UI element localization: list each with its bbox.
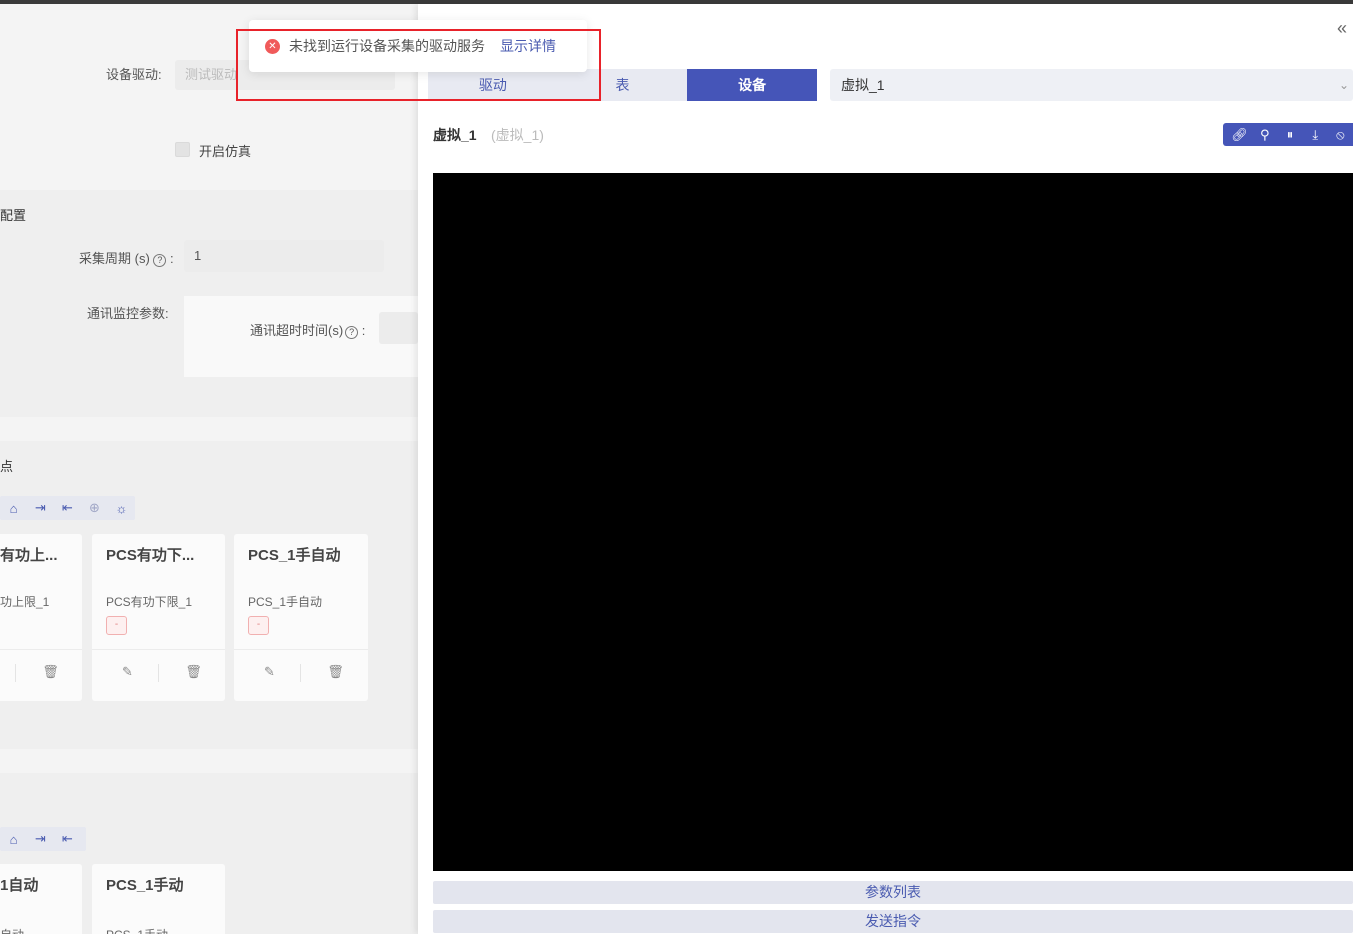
import-icon[interactable]: ⇤ xyxy=(54,496,81,520)
search-icon[interactable]: ⚲ xyxy=(1252,123,1277,146)
device-view-canvas[interactable] xyxy=(433,173,1353,871)
card-title: PCS有功下... xyxy=(106,547,195,564)
collapse-icon[interactable]: « xyxy=(1337,18,1353,39)
left-panel: 设备驱动: 测试驱动 开启仿真 配置 采集周期 (s) ? : 1 通讯监控参数… xyxy=(0,4,418,934)
comm-monitor-label: 通讯监控参数: xyxy=(87,306,169,321)
device-subtitle: (虚拟_1) xyxy=(491,127,544,143)
help-icon[interactable]: ? xyxy=(153,254,167,267)
delete-icon[interactable]: 🗑 xyxy=(158,659,229,685)
card-title: 1自动 xyxy=(0,877,39,894)
import-icon[interactable]: ⇤ xyxy=(54,827,81,851)
tab-device[interactable]: 设备 xyxy=(687,69,818,101)
device-actions-bar: 🔗︎ ⚲ ⏸︎ ⤓ ⦸ xyxy=(1223,123,1353,146)
point-card: PCS_1手自动 PCS_1手自动 - ✎ 🗑 xyxy=(234,534,368,701)
structure-icon[interactable]: ⌂ xyxy=(0,827,27,851)
delete-icon[interactable]: 🗑 xyxy=(300,659,371,685)
delete-icon[interactable]: 🗑 xyxy=(15,659,86,685)
card-subtitle: PCS_1手自动 xyxy=(248,595,323,609)
download-icon[interactable]: ⤓ xyxy=(1303,123,1328,146)
status-badge: - xyxy=(106,616,127,635)
link-icon[interactable]: 🔗︎ xyxy=(1227,123,1252,146)
edit-icon[interactable]: ✎ xyxy=(92,659,163,685)
card-subtitle: PCS_1手动 xyxy=(106,926,168,934)
device-drawer: « 驱动 表 设备 虚拟_1 ⌄ 虚拟_1 (虚拟_1) 🔗︎ ⚲ ⏸︎ ⤓ ⦸… xyxy=(418,4,1353,934)
chevron-down-icon: ⌄ xyxy=(1338,78,1349,92)
point-card: PCS有功下... PCS有功下限_1 - ✎ 🗑 xyxy=(92,534,225,701)
config-section-title: 配置 xyxy=(0,208,27,223)
device-select-value: 虚拟_1 xyxy=(841,77,885,93)
simulation-label: 开启仿真 xyxy=(199,144,252,159)
send-command-button[interactable]: 发送指令 xyxy=(433,910,1353,933)
points-toolbar-2: ⌂ ⇥ ⇤ xyxy=(0,827,86,851)
point-card: PCS_1手动 PCS_1手动 xyxy=(92,864,225,934)
collect-period-input[interactable]: 1 xyxy=(184,240,384,272)
card-title: PCS_1手自动 xyxy=(248,547,341,564)
collect-period-label: 采集周期 (s) ? : xyxy=(79,251,174,267)
device-driver-label: 设备驱动: xyxy=(106,67,162,82)
pause-icon[interactable]: ⏸︎ xyxy=(1277,123,1302,146)
points-toolbar: ⌂ ⇥ ⇤ ⊕ ☼ xyxy=(0,496,135,520)
status-badge: - xyxy=(248,616,269,635)
card-subtitle: 自动 xyxy=(0,926,24,934)
comm-timeout-label: 通讯超时时间(s)? : xyxy=(250,323,366,339)
card-subtitle: PCS有功下限_1 xyxy=(106,595,193,609)
point-card: 1自动 自动 xyxy=(0,864,82,934)
debug-icon[interactable]: ☼ xyxy=(108,496,135,520)
simulation-checkbox[interactable] xyxy=(175,142,190,157)
param-list-button[interactable]: 参数列表 xyxy=(433,881,1353,904)
edit-icon[interactable]: ✎ xyxy=(234,659,305,685)
structure-icon[interactable]: ⌂ xyxy=(0,496,27,520)
device-select[interactable]: 虚拟_1 ⌄ xyxy=(830,69,1353,101)
device-title: 虚拟_1 xyxy=(433,127,477,143)
point-card: 有功上... 功上限_1 🗑 xyxy=(0,534,82,701)
stop-icon[interactable]: ⦸ xyxy=(1328,123,1353,146)
highlight-box xyxy=(236,29,601,101)
points-section-title: 点 xyxy=(0,459,14,474)
card-title: PCS_1手动 xyxy=(106,877,184,894)
export-icon[interactable]: ⇥ xyxy=(27,827,54,851)
card-subtitle: 功上限_1 xyxy=(0,595,50,609)
export-icon[interactable]: ⇥ xyxy=(27,496,54,520)
help-icon[interactable]: ? xyxy=(345,326,359,339)
card-title: 有功上... xyxy=(0,547,58,564)
locate-icon[interactable]: ⊕ xyxy=(81,496,108,520)
comm-timeout-input[interactable] xyxy=(379,312,418,344)
